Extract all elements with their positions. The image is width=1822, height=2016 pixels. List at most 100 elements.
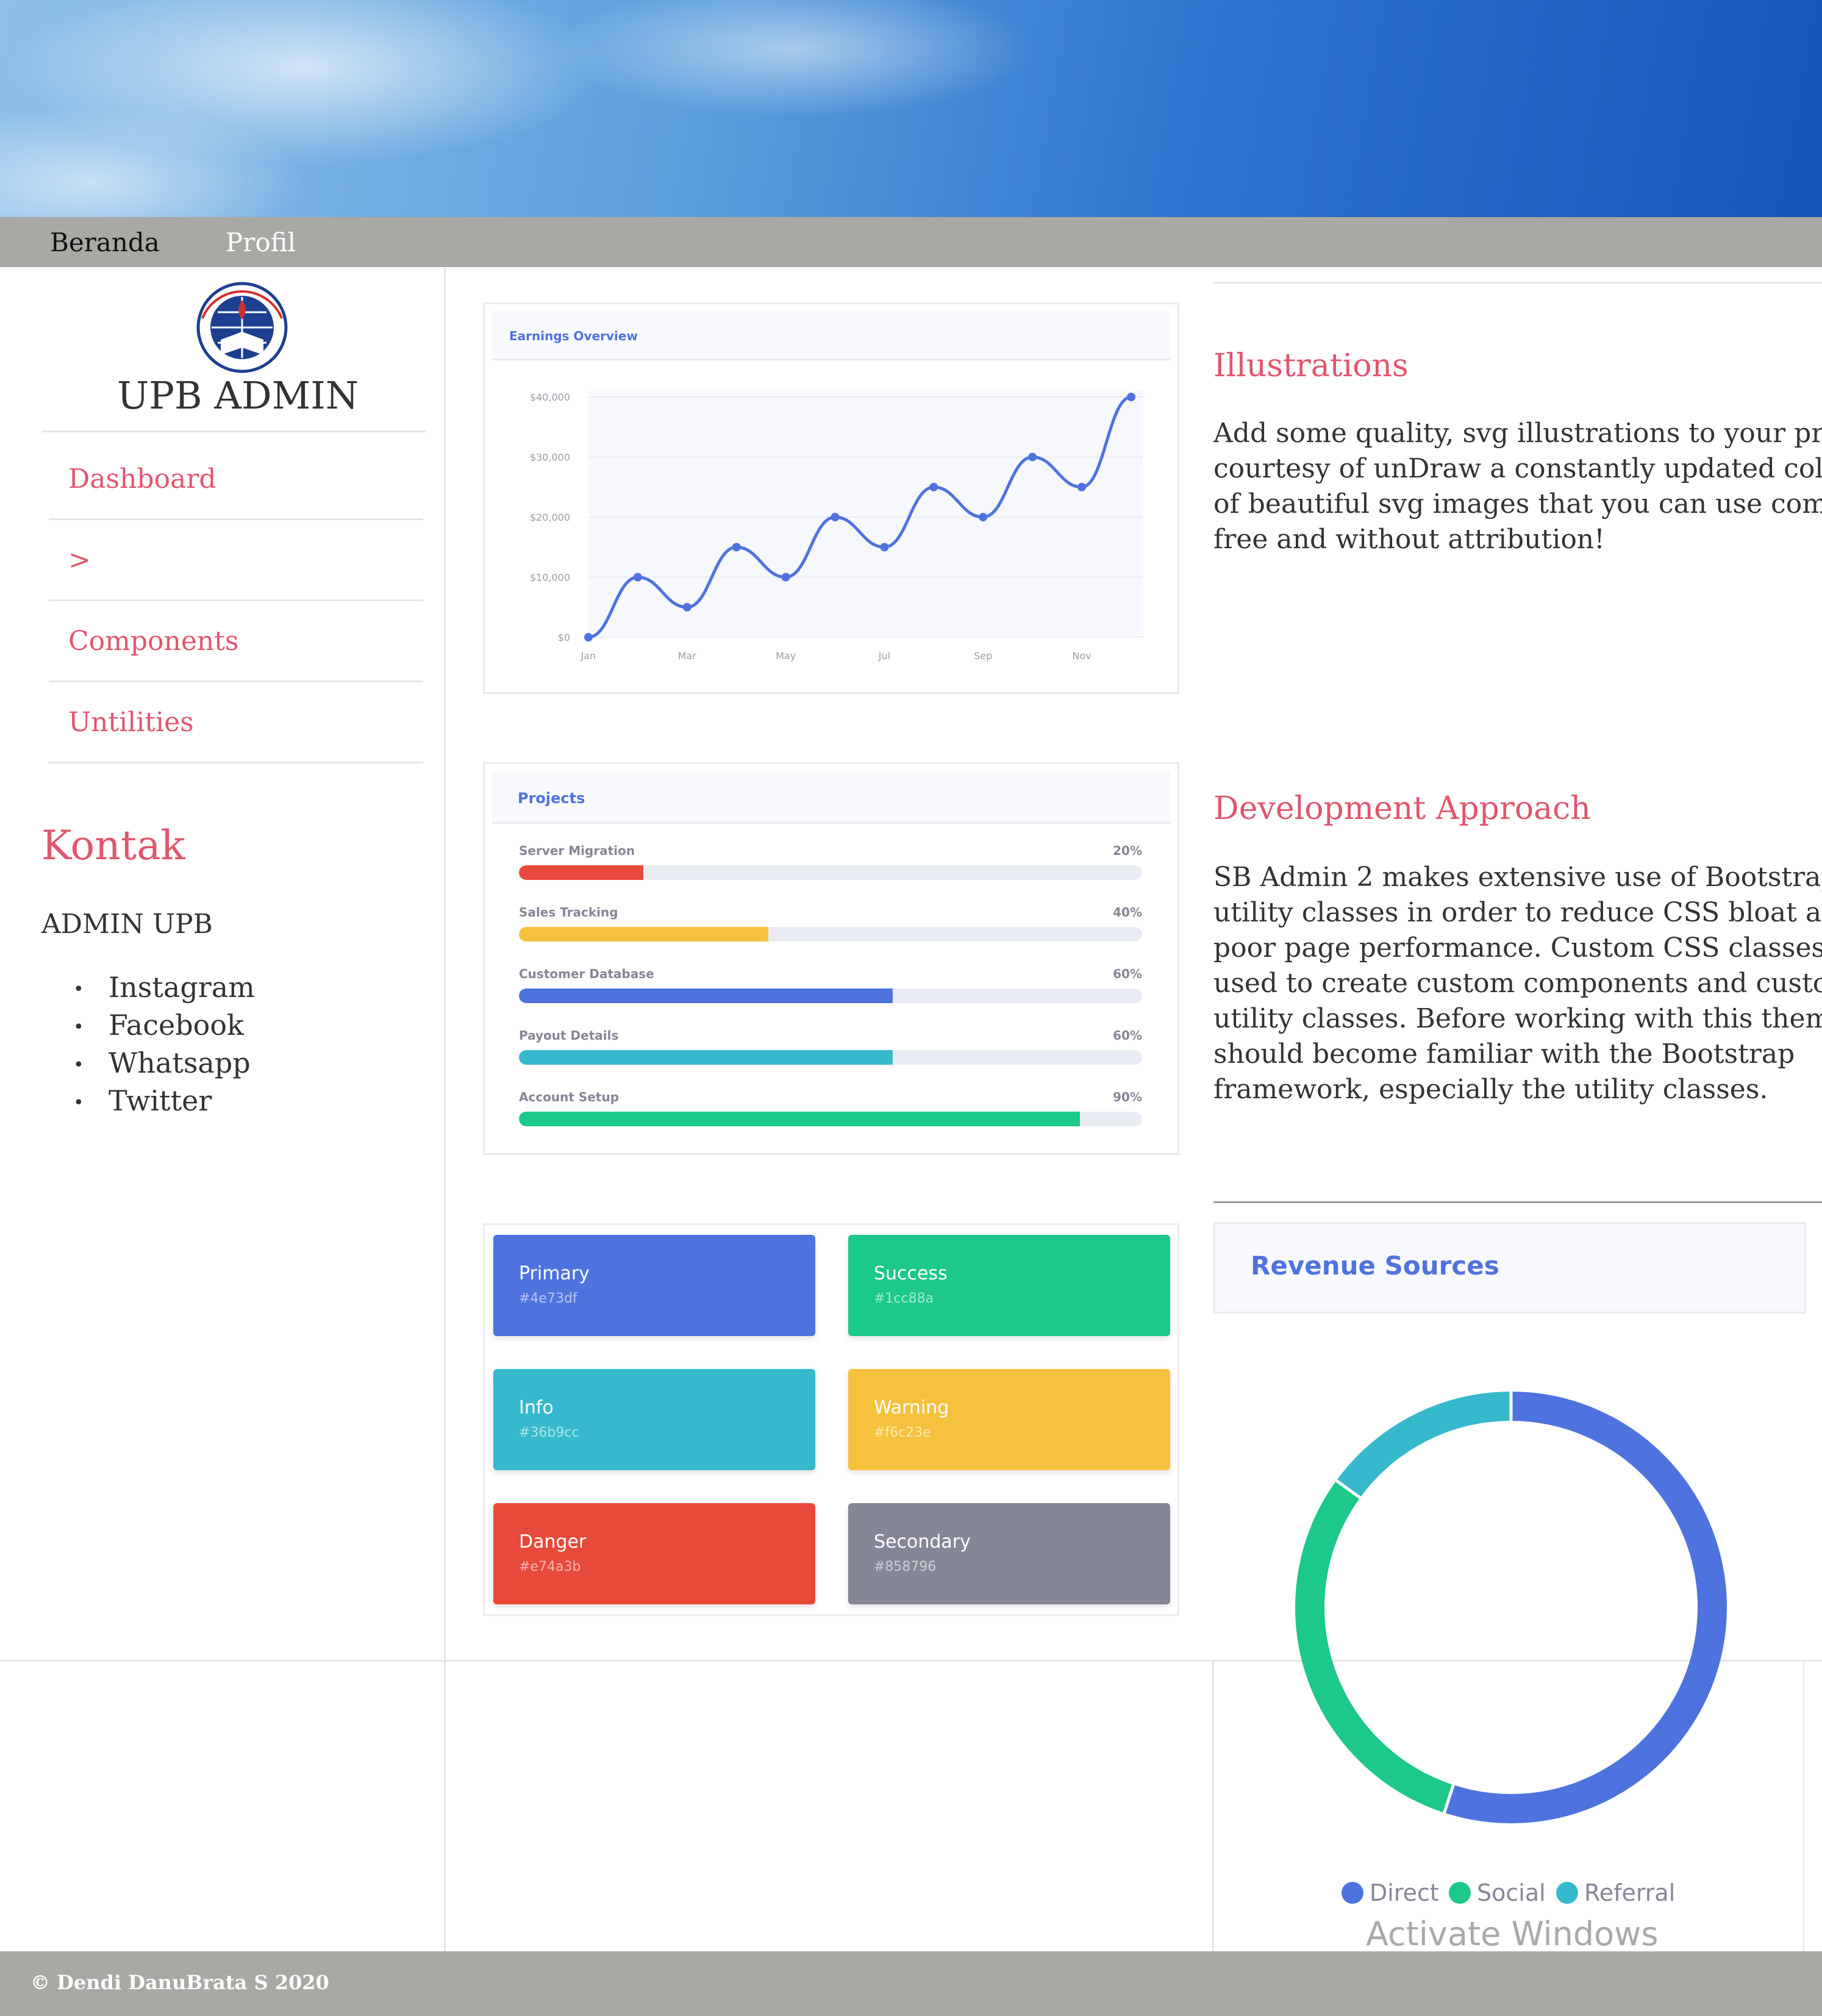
sidebar-item-label: Dashboard	[68, 463, 216, 495]
color-hex: #36b9cc	[519, 1425, 579, 1440]
color-name: Success	[874, 1263, 948, 1284]
revenue-card-header: Revenue Sources	[1213, 1222, 1806, 1314]
color-name: Secondary	[874, 1531, 971, 1553]
revenue-card-title: Revenue Sources	[1251, 1251, 1499, 1281]
data-point	[1028, 452, 1037, 462]
project-name: Account Setup	[519, 1090, 620, 1104]
header-banner	[0, 0, 1822, 217]
project-name: Server Migration	[519, 843, 635, 858]
revenue-card-border	[1802, 1661, 1804, 1951]
color-hex: #1cc88a	[874, 1291, 934, 1306]
illustrations-text: Add some quality, svg illustrations to y…	[1213, 418, 1822, 555]
legend-label: Referral	[1584, 1879, 1676, 1906]
legend-swatch	[1449, 1882, 1471, 1904]
nav-profil-link[interactable]: Profil	[226, 227, 296, 257]
data-point	[979, 513, 988, 521]
contact-name: ADMIN UPB	[41, 909, 213, 940]
development-text: SB Admin 2 makes extensive use of Bootst…	[1213, 862, 1822, 1105]
x-tick-label: Mar	[678, 650, 697, 662]
data-point	[929, 482, 938, 491]
sidebar-item-label: Untilities	[68, 706, 194, 738]
nav-beranda-link[interactable]: Beranda	[50, 227, 160, 257]
color-hex: #4e73df	[519, 1291, 577, 1306]
color-tile-danger[interactable]: Danger #e74a3b	[493, 1503, 815, 1604]
data-point	[732, 543, 741, 552]
project-percent: 40%	[1113, 905, 1142, 920]
y-tick-label: $0	[558, 632, 570, 643]
data-point	[831, 513, 840, 521]
color-tile-warning[interactable]: Warning #f6c23e	[848, 1369, 1170, 1470]
legend-item-social: Social	[1449, 1879, 1546, 1906]
data-point	[781, 573, 790, 582]
color-name: Primary	[519, 1263, 590, 1284]
sidebar-item-label: Components	[68, 625, 239, 657]
illustrations-title: Illustrations	[1213, 348, 1409, 384]
progress-fill	[519, 1050, 893, 1065]
progress-track	[519, 1050, 1142, 1065]
projects-card: Projects Server Migration 20% Sales Trac…	[483, 762, 1179, 1155]
color-tile-success[interactable]: Success #1cc88a	[848, 1235, 1170, 1336]
footer: © Dendi DanuBrata S 2020	[0, 1951, 1822, 2016]
data-point	[1077, 482, 1087, 491]
brand-divider	[41, 431, 426, 432]
y-tick-label: $20,000	[530, 512, 570, 523]
color-tile-info[interactable]: Info #36b9cc	[493, 1369, 815, 1470]
projects-card-title: Projects	[492, 771, 1170, 824]
social-item-whatsapp[interactable]: • Whatsapp	[73, 1045, 255, 1083]
social-list: • Instagram • Facebook • Whatsapp • Twitter	[73, 970, 255, 1121]
sidebar-item-dashboard[interactable]: Dashboard	[49, 439, 423, 520]
color-hex: #f6c23e	[874, 1425, 931, 1440]
project-name: Sales Tracking	[519, 905, 618, 920]
contact-title: Kontak	[41, 822, 185, 869]
data-point	[682, 602, 691, 612]
right-top-divider	[1213, 282, 1822, 284]
university-logo	[196, 282, 288, 373]
development-title: Development Approach	[1213, 790, 1591, 827]
social-item-instagram[interactable]: • Instagram	[73, 970, 255, 1007]
sidebar-item-utilities[interactable]: Untilities	[49, 682, 423, 763]
progress-track	[519, 988, 1142, 1003]
project-percent: 20%	[1113, 843, 1142, 858]
donut-slice-direct	[1444, 1392, 1727, 1823]
project-name: Customer Database	[519, 967, 654, 981]
y-tick-label: $30,000	[530, 452, 570, 463]
x-tick-label: Jul	[878, 650, 890, 662]
y-tick-label: $10,000	[530, 572, 570, 584]
progress-track	[519, 1112, 1142, 1126]
earnings-card: Earnings Overview $40,000 $30,000 $20,000 $…	[483, 302, 1179, 694]
earnings-line-chart: $40,000 $30,000 $20,000 $10,000 $0 Jan Mar May J…	[530, 391, 1143, 662]
legend-item-direct: Direct	[1341, 1879, 1439, 1906]
x-tick-label: Jan	[581, 650, 596, 662]
social-item-twitter[interactable]: • Twitter	[73, 1083, 255, 1121]
legend-label: Social	[1477, 1879, 1546, 1906]
legend-swatch	[1341, 1882, 1363, 1904]
progress-fill	[519, 1112, 1080, 1126]
sidebar-item-label: >	[68, 544, 91, 576]
x-tick-label: May	[776, 650, 796, 662]
sidebar-item-chevron[interactable]: >	[49, 520, 423, 601]
footer-copyright: © Dendi DanuBrata S 2020	[30, 1971, 329, 1994]
progress-track	[519, 865, 1142, 880]
donut-slice-social	[1295, 1480, 1454, 1813]
legend-item-referral: Referral	[1556, 1879, 1675, 1906]
top-nav: Beranda Profil	[0, 217, 1822, 267]
progress-fill	[519, 988, 893, 1003]
data-point	[1127, 393, 1135, 401]
sidebar-item-components[interactable]: Components	[49, 601, 423, 682]
color-tile-secondary[interactable]: Secondary #858796	[848, 1503, 1170, 1604]
social-label: Facebook	[109, 1009, 244, 1042]
color-tile-primary[interactable]: Primary #4e73df	[493, 1235, 815, 1336]
data-point	[633, 573, 642, 582]
column-divider	[1212, 1661, 1214, 1951]
social-label: Instagram	[109, 971, 255, 1004]
data-point	[584, 633, 593, 642]
right-mid-divider	[1213, 1201, 1822, 1203]
color-hex: #858796	[874, 1559, 937, 1575]
project-percent: 90%	[1113, 1090, 1142, 1104]
color-name: Info	[519, 1397, 554, 1418]
revenue-donut-chart	[1295, 1390, 1727, 1823]
brand-title: UPB ADMIN	[117, 373, 359, 418]
legend-label: Direct	[1370, 1879, 1439, 1906]
social-item-facebook[interactable]: • Facebook	[73, 1007, 255, 1045]
colors-card: Primary #4e73df Success #1cc88a Info #36…	[483, 1223, 1179, 1616]
